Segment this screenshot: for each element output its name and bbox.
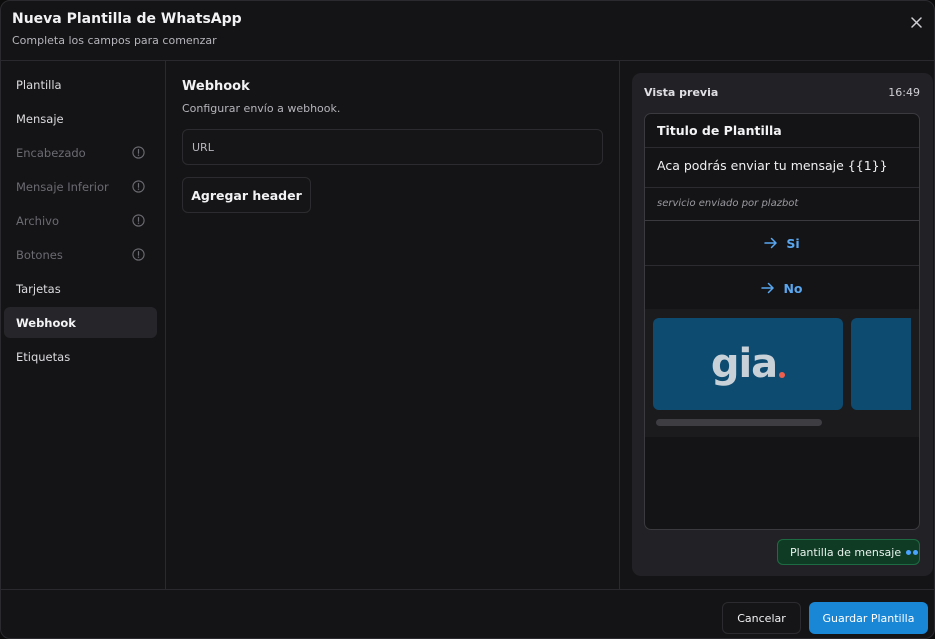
sidebar-item-label: Mensaje xyxy=(16,111,64,126)
sidebar-item-mensaje-inferior[interactable]: Mensaje Inferior xyxy=(4,171,157,202)
section-description: Configurar envío a webhook. xyxy=(182,102,341,115)
divider xyxy=(645,147,919,148)
sidebar-item-plantilla[interactable]: Plantilla xyxy=(4,69,157,100)
sidebar-item-label: Tarjetas xyxy=(16,281,61,296)
sidebar-item-botones[interactable]: Botones xyxy=(4,239,157,270)
card-body: Aca podrás enviar tu mensaje {{1}} xyxy=(657,158,888,173)
gia-logo: gia xyxy=(710,341,778,387)
url-input[interactable] xyxy=(182,129,603,165)
info-icon xyxy=(132,180,145,193)
save-template-button[interactable]: Guardar Plantilla xyxy=(809,602,928,634)
sidebar-nav: Plantilla Mensaje Encabezado Mensaje Inf… xyxy=(1,61,166,589)
sidebar-item-label: Archivo xyxy=(16,213,59,228)
template-modal: Nueva Plantilla de WhatsApp Completa los… xyxy=(0,0,935,639)
arrow-right-icon xyxy=(761,282,775,294)
sidebar-item-label: Webhook xyxy=(16,315,76,330)
sidebar-item-mensaje[interactable]: Mensaje xyxy=(4,103,157,134)
carousel-card-1[interactable]: gia xyxy=(653,318,843,410)
message-preview-card: Titulo de Plantilla Aca podrás enviar tu… xyxy=(644,113,920,530)
card-title: Titulo de Plantilla xyxy=(657,123,782,138)
webhook-form: Webhook Configurar envío a webhook. Agre… xyxy=(166,61,620,589)
sidebar-item-label: Plantilla xyxy=(16,77,62,92)
divider xyxy=(645,187,919,188)
preview-time: 16:49 xyxy=(888,86,920,99)
modal-header: Nueva Plantilla de WhatsApp Completa los… xyxy=(1,1,934,61)
sidebar-item-etiquetas[interactable]: Etiquetas xyxy=(4,341,157,372)
logo-dot xyxy=(779,372,786,378)
carousel-scrollbar[interactable] xyxy=(656,419,822,426)
modal-title: Nueva Plantilla de WhatsApp xyxy=(12,11,242,27)
sidebar-item-tarjetas[interactable]: Tarjetas xyxy=(4,273,157,304)
card-carousel: gia xyxy=(645,309,919,437)
quick-reply-button-no[interactable]: No xyxy=(645,266,919,310)
info-icon xyxy=(132,146,145,159)
badge-label: Plantilla de mensaje xyxy=(790,545,902,559)
preview-label: Vista previa xyxy=(644,86,719,99)
sidebar-item-label: Mensaje Inferior xyxy=(16,179,109,194)
sidebar-item-encabezado[interactable]: Encabezado xyxy=(4,137,157,168)
close-icon xyxy=(910,16,922,28)
modal-footer: Cancelar Guardar Plantilla xyxy=(1,589,934,638)
carousel-card-2[interactable] xyxy=(851,318,911,410)
preview-panel: Vista previa 16:49 Titulo de Plantilla A… xyxy=(632,73,933,576)
info-icon xyxy=(132,214,145,227)
add-header-button[interactable]: Agregar header xyxy=(182,177,311,213)
button-label: No xyxy=(783,280,803,296)
sidebar-item-label: Encabezado xyxy=(16,145,86,160)
modal-subtitle: Completa los campos para comenzar xyxy=(12,34,217,47)
card-footer: servicio enviado por plazbot xyxy=(657,198,799,209)
sidebar-item-webhook[interactable]: Webhook xyxy=(4,307,157,338)
section-title: Webhook xyxy=(182,79,250,94)
close-button[interactable] xyxy=(907,13,925,31)
button-label: Si xyxy=(786,235,800,251)
typing-dots-icon xyxy=(906,549,919,555)
info-icon xyxy=(132,248,145,261)
sidebar-item-archivo[interactable]: Archivo xyxy=(4,205,157,236)
quick-reply-button-si[interactable]: Si xyxy=(645,221,919,265)
cancel-button[interactable]: Cancelar xyxy=(722,602,801,634)
arrow-right-icon xyxy=(764,237,778,249)
template-type-badge: Plantilla de mensaje xyxy=(777,539,920,565)
sidebar-item-label: Etiquetas xyxy=(16,349,71,364)
sidebar-item-label: Botones xyxy=(16,247,63,262)
